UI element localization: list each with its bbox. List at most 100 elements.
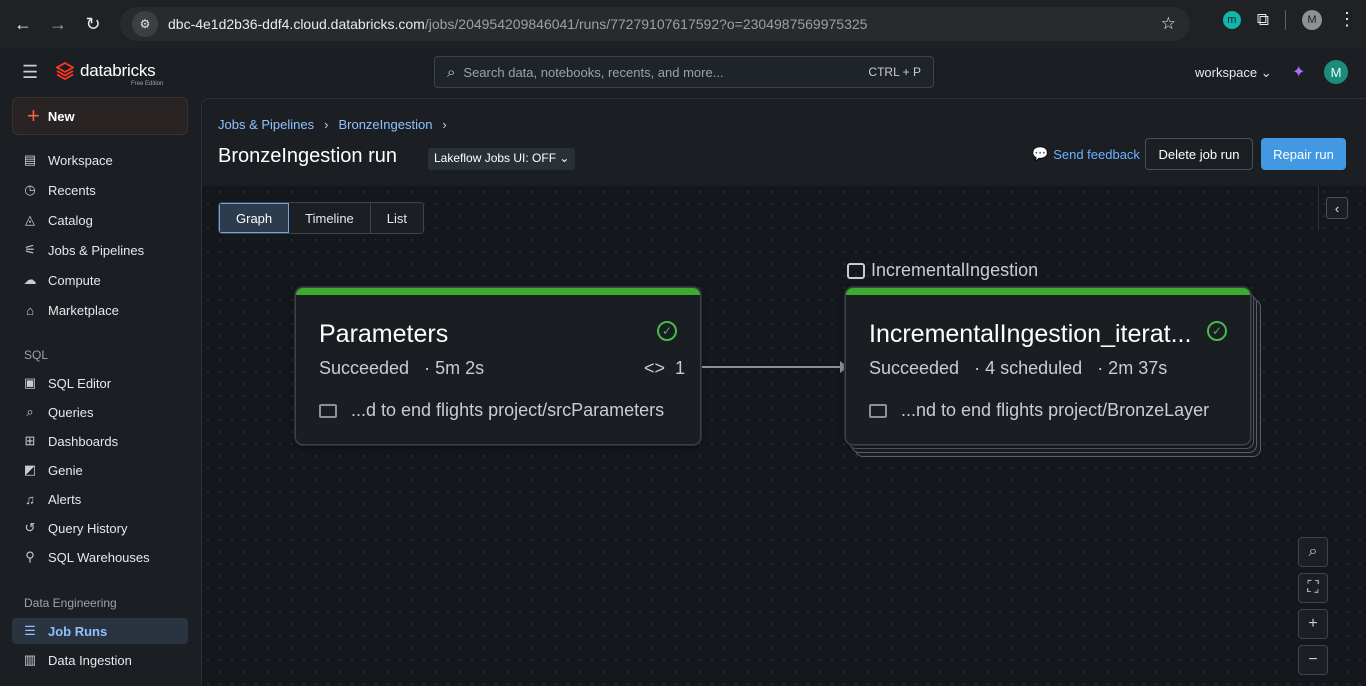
chevron-left-icon: ‹ [1334,200,1340,216]
bell-icon: ♫ [25,491,35,507]
folder-icon [869,403,887,418]
sidebar-item-recents[interactable]: ◷ Recents [12,177,188,203]
global-search-input[interactable]: ⌕ Search data, notebooks, recents, and m… [434,56,934,88]
user-avatar[interactable]: M [1324,60,1348,84]
workspace-switcher[interactable]: workspace ⌄ [1195,65,1272,81]
clock-icon: ◷ [24,182,36,197]
main-panel: Jobs & Pipelines › BronzeIngestion › Bro… [201,98,1366,686]
assistant-sparkle-icon[interactable]: ✦ [1292,62,1305,82]
fit-view-button[interactable]: ⛶ [1298,573,1328,603]
sidebar-item-dashboards[interactable]: ⊞ Dashboards [12,428,188,454]
genie-icon: ◩ [23,462,37,477]
search-shortcut: CTRL + P [868,65,921,79]
tab-list[interactable]: List [370,203,424,233]
query-icon: ⌕ [26,404,34,419]
plus-icon: + [1308,615,1318,632]
code-count: <> 1 [644,358,686,378]
loop-icon [847,262,865,279]
site-settings-icon[interactable]: ⚙ [132,11,158,37]
back-icon[interactable]: ← [6,7,40,41]
sidebar-item-data-ingestion[interactable]: ▥ Data Ingestion [12,647,188,673]
brand-name: databricks [80,61,156,80]
sidebar-item-queries[interactable]: ⌕ Queries [12,399,188,425]
plus-icon: + [27,103,40,128]
code-icon: <> [644,358,666,378]
task-node-incremental-ingestion[interactable]: IncrementalIngestion_iterat... ✓ Succeed… [845,287,1251,445]
new-button[interactable]: + New [12,97,188,135]
forward-icon[interactable]: → [41,7,75,41]
success-check-icon: ✓ [1207,321,1227,341]
collapse-panel-button[interactable]: ‹ [1326,197,1348,219]
app-header: ☰ databricks Free Edition ⌕ Search data,… [0,48,1366,96]
minus-icon: − [1308,651,1318,668]
sidebar-item-sql-warehouses[interactable]: ⚲ SQL Warehouses [12,544,188,570]
sidebar-item-catalog[interactable]: ◬ Catalog [12,207,188,233]
sidebar-item-query-history[interactable]: ↺ Query History [12,515,188,541]
breadcrumb-jobs-pipelines[interactable]: Jobs & Pipelines [218,117,314,132]
sidebar-item-genie[interactable]: ◩ Genie [12,457,188,483]
ingestion-icon: ▥ [23,652,37,667]
zoom-search-button[interactable]: ⌕ [1298,537,1328,567]
workflow-icon: ⚟ [24,242,36,257]
delete-job-run-button[interactable]: Delete job run [1145,138,1253,170]
task-status: Succeeded · 4 scheduled · 2m 37s [869,358,1168,378]
hamburger-menu-icon[interactable]: ☰ [22,62,42,82]
dashboard-icon: ⊞ [24,433,36,448]
fullscreen-icon: ⛶ [1307,579,1319,596]
sidebar-item-marketplace[interactable]: ⌂ Marketplace [12,297,188,323]
task-node-parameters[interactable]: Parameters ✓ Succeeded · 5m 2s <> 1 ...d… [295,287,701,445]
chat-bubble-icon: 💬 [1032,146,1049,161]
sql-editor-icon: ▣ [23,375,37,390]
zoom-out-button[interactable]: − [1298,645,1328,675]
edition-label: Free Edition [131,81,164,87]
search-icon: ⌕ [447,63,456,81]
page-title: BronzeIngestion run [218,145,398,167]
url-text: dbc-4e1d2b36-ddf4.cloud.databricks.com/j… [168,16,868,32]
graph-canvas[interactable]: Graph Timeline List ‹ Parameters ✓ Succe… [202,186,1366,686]
sidebar-item-alerts[interactable]: ♫ Alerts [12,486,188,512]
breadcrumb: Jobs & Pipelines › BronzeIngestion › [218,117,447,132]
toolbar-divider [1285,9,1286,30]
databricks-logo-icon [56,62,74,80]
task-status: Succeeded · 5m 2s [319,358,485,378]
task-path: ...d to end flights project/srcParameter… [319,400,664,421]
repair-run-button[interactable]: Repair run [1261,138,1346,170]
warehouse-icon: ⚲ [25,549,35,564]
tab-graph[interactable]: Graph [219,203,290,233]
profile-avatar[interactable]: M [1302,9,1322,30]
tab-timeline[interactable]: Timeline [289,203,371,233]
send-feedback-link[interactable]: 💬 Send feedback [1032,146,1140,162]
sidebar-section-sql: SQL [24,348,49,362]
bookmark-star-icon[interactable]: ☆ [1161,14,1176,34]
store-icon: ⌂ [26,302,34,318]
sidebar-item-compute[interactable]: ☁ Compute [12,267,188,293]
zoom-in-button[interactable]: + [1298,609,1328,639]
folder-icon [319,403,337,418]
task-title: Parameters [319,320,449,348]
view-tabs: Graph Timeline List [218,202,425,234]
sidebar-item-jobs-pipelines[interactable]: ⚟ Jobs & Pipelines [12,237,188,263]
chevron-down-icon: ⌄ [559,151,570,165]
dependency-edge [702,366,844,368]
reload-icon[interactable]: ↻ [76,7,110,41]
sidebar-item-workspace[interactable]: ▤ Workspace [12,147,188,173]
task-title: IncrementalIngestion_iterat... [869,320,1192,348]
sidebar-item-sql-editor[interactable]: ▣ SQL Editor [12,370,188,396]
lakeflow-toggle-dropdown[interactable]: Lakeflow Jobs UI: OFF ⌄ [428,148,576,170]
extensions-puzzle-icon[interactable]: ⧉ [1257,10,1269,30]
status-bar [296,288,700,295]
sidebar-item-job-runs[interactable]: ☰ Job Runs [12,618,188,644]
breadcrumb-bronze-ingestion[interactable]: BronzeIngestion [338,117,432,132]
job-runs-icon: ☰ [24,623,36,638]
chevron-right-icon: › [442,117,447,132]
extension-icon[interactable]: m [1222,10,1241,29]
history-icon: ↺ [24,520,36,535]
catalog-icon: ◬ [25,212,35,227]
panel-divider [1318,186,1319,230]
sidebar: + New ▤ Workspace ◷ Recents ◬ Catalog ⚟ Jobs… [0,96,200,685]
address-bar[interactable]: ⚙ dbc-4e1d2b36-ddf4.cloud.databricks.com… [120,7,1190,41]
search-icon: ⌕ [1308,543,1318,560]
browser-menu-icon[interactable]: ⋮ [1338,9,1356,30]
databricks-logo[interactable]: databricks [56,61,156,81]
task-path: ...nd to end flights project/BronzeLayer [869,400,1209,421]
